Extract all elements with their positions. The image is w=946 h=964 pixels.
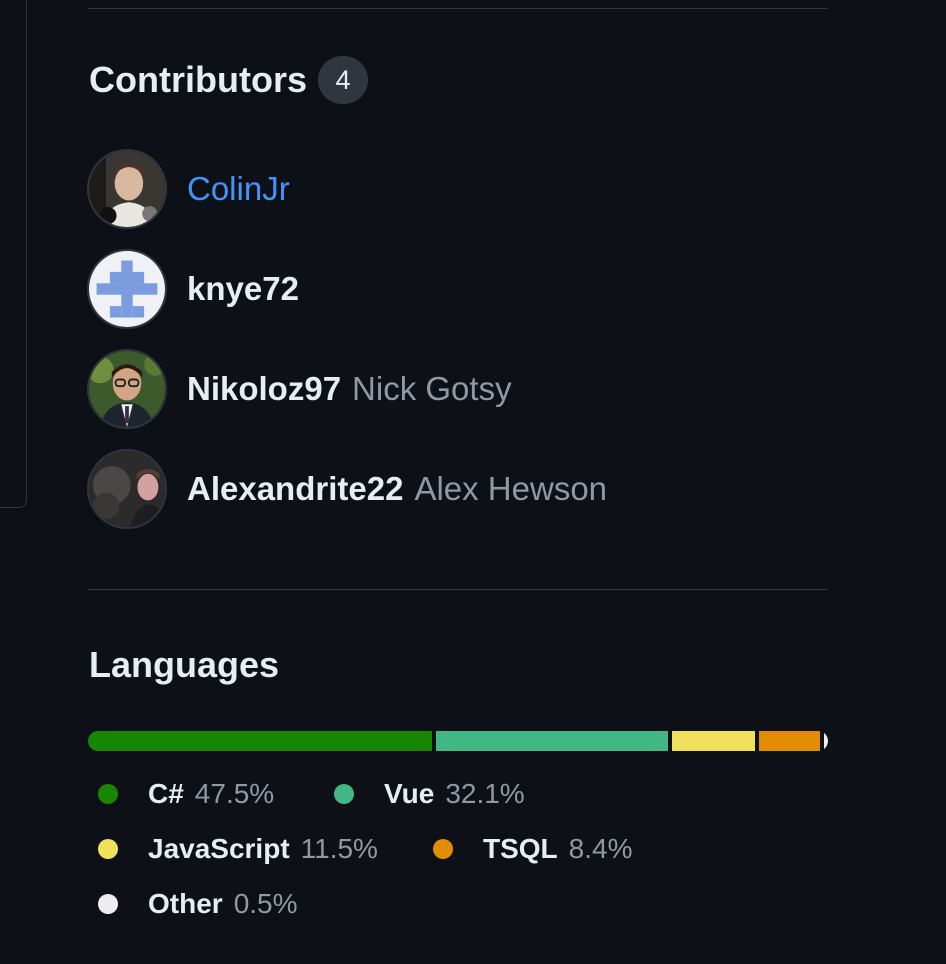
language-color-dot bbox=[98, 784, 118, 804]
languages-title: Languages bbox=[89, 644, 280, 685]
contributor-login[interactable]: ColinJr bbox=[187, 170, 290, 208]
language-bar-segment bbox=[824, 731, 828, 751]
language-bar-segment bbox=[759, 731, 820, 751]
language-percent: 0.5% bbox=[233, 888, 298, 919]
language-bar-segment bbox=[672, 731, 756, 751]
contributor-login[interactable]: Alexandrite22 bbox=[187, 470, 403, 508]
language-item[interactable]: C# 47.5% bbox=[98, 778, 274, 810]
section-divider bbox=[88, 589, 828, 590]
language-percent: 47.5% bbox=[194, 778, 275, 809]
language-color-dot bbox=[433, 839, 453, 859]
language-item[interactable]: JavaScript 11.5% bbox=[98, 833, 378, 865]
language-item[interactable]: Vue 32.1% bbox=[334, 778, 525, 810]
language-percent: 8.4% bbox=[568, 833, 633, 864]
contributor-name[interactable]: Alex Hewson bbox=[414, 470, 607, 508]
language-name: TSQL bbox=[483, 833, 558, 864]
language-progress-bar bbox=[88, 731, 828, 751]
avatar[interactable] bbox=[87, 349, 167, 429]
contributor-row[interactable]: Nikoloz97 Nick Gotsy bbox=[87, 347, 512, 431]
contributor-row[interactable]: Alexandrite22 Alex Hewson bbox=[87, 447, 607, 531]
contributors-title[interactable]: Contributors bbox=[89, 62, 307, 98]
contributor-row[interactable]: knye72 bbox=[87, 247, 299, 331]
avatar[interactable] bbox=[87, 449, 167, 529]
section-divider-top bbox=[88, 8, 828, 9]
left-panel-border bbox=[0, 0, 27, 508]
language-name: Vue bbox=[384, 778, 435, 809]
contributors-heading[interactable]: Contributors 4 bbox=[89, 56, 368, 104]
language-color-dot bbox=[334, 784, 354, 804]
language-color-dot bbox=[98, 839, 118, 859]
language-name: Other bbox=[148, 888, 223, 919]
language-bar-segment bbox=[88, 731, 432, 751]
language-name: C# bbox=[148, 778, 184, 809]
language-percent: 11.5% bbox=[300, 833, 378, 864]
contributor-login[interactable]: knye72 bbox=[187, 270, 299, 308]
language-color-dot bbox=[98, 894, 118, 914]
language-bar-segment bbox=[435, 731, 668, 751]
contributors-count-badge: 4 bbox=[317, 56, 368, 104]
language-item: Other 0.5% bbox=[98, 888, 298, 920]
language-name: JavaScript bbox=[148, 833, 290, 864]
contributor-login[interactable]: Nikoloz97 bbox=[187, 370, 341, 408]
language-item[interactable]: TSQL 8.4% bbox=[433, 833, 633, 865]
language-percent: 32.1% bbox=[445, 778, 525, 809]
contributor-name[interactable]: Nick Gotsy bbox=[352, 370, 512, 408]
avatar[interactable] bbox=[87, 249, 167, 329]
languages-heading: Languages bbox=[89, 647, 279, 683]
avatar[interactable] bbox=[87, 149, 167, 229]
contributor-row[interactable]: ColinJr bbox=[87, 147, 290, 231]
